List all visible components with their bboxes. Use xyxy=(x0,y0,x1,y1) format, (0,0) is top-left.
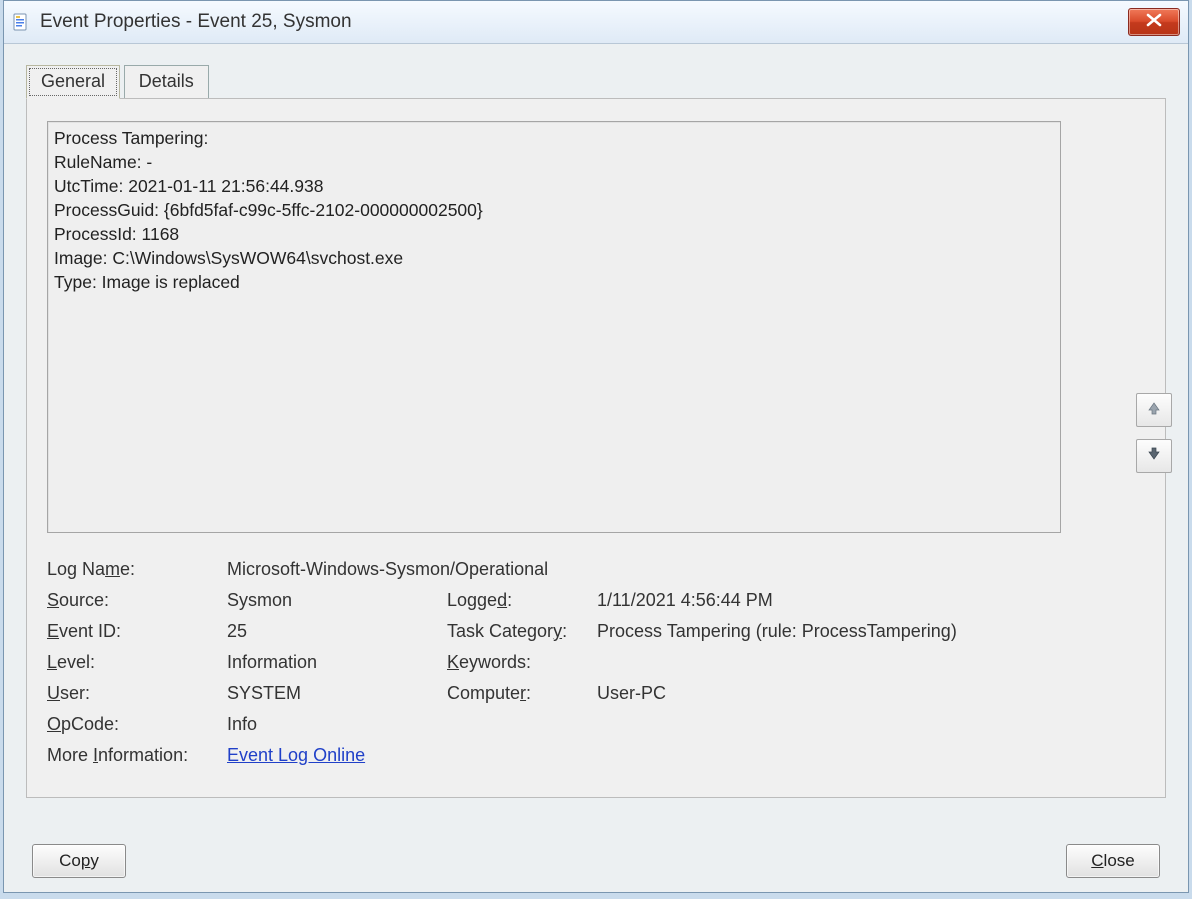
logged-value: 1/11/2021 4:56:44 PM xyxy=(597,586,1145,614)
event-id-label: Event ID: xyxy=(47,617,227,645)
event-properties-window: Event Properties - Event 25, Sysmon Gene… xyxy=(3,0,1189,893)
window-close-button[interactable] xyxy=(1128,8,1180,36)
event-line: Image: C:\Windows\SysWOW64\svchost.exe xyxy=(54,246,1054,270)
source-value: Sysmon xyxy=(227,586,447,614)
copy-button[interactable]: Copy xyxy=(32,844,126,878)
close-button-label: Close xyxy=(1091,851,1134,870)
window-title: Event Properties - Event 25, Sysmon xyxy=(40,11,1128,33)
logged-label: Logged: xyxy=(447,586,597,614)
event-line: RuleName: - xyxy=(54,150,1054,174)
close-icon xyxy=(1146,12,1162,32)
app-icon xyxy=(12,13,30,31)
keywords-value xyxy=(597,648,1145,676)
event-properties-grid: Log Name: Microsoft-Windows-Sysmon/Opera… xyxy=(47,555,1145,769)
opcode-value: Info xyxy=(227,710,447,738)
more-info-label: More Information: xyxy=(47,741,227,769)
tab-details[interactable]: Details xyxy=(124,65,209,98)
event-line: Type: Image is replaced xyxy=(54,270,1054,294)
user-label: User: xyxy=(47,679,227,707)
close-button[interactable]: Close xyxy=(1066,844,1160,878)
arrow-down-icon xyxy=(1147,446,1161,466)
task-category-label: Task Category: xyxy=(447,617,597,645)
copy-button-label: Copy xyxy=(59,851,99,870)
level-label: Level: xyxy=(47,648,227,676)
event-line: Process Tampering: xyxy=(54,126,1054,150)
task-category-value: Process Tampering (rule: ProcessTamperin… xyxy=(597,617,1145,645)
opcode-label: OpCode: xyxy=(47,710,227,738)
bottom-button-bar: Copy Close xyxy=(4,844,1188,878)
tab-strip: General Details xyxy=(26,64,1188,98)
event-description-box[interactable]: Process Tampering: RuleName: - UtcTime: … xyxy=(47,121,1061,533)
tab-general[interactable]: General xyxy=(26,65,120,99)
event-line: ProcessId: 1168 xyxy=(54,222,1054,246)
log-name-label: Log Name: xyxy=(47,555,227,583)
source-label: Source: xyxy=(47,586,227,614)
event-log-online-link[interactable]: Event Log Online xyxy=(227,745,365,765)
titlebar: Event Properties - Event 25, Sysmon xyxy=(4,1,1188,44)
next-event-button[interactable] xyxy=(1136,439,1172,473)
level-value: Information xyxy=(227,648,447,676)
event-line: ProcessGuid: {6bfd5faf-c99c-5ffc-2102-00… xyxy=(54,198,1054,222)
computer-value: User-PC xyxy=(597,679,1145,707)
computer-label: Computer: xyxy=(447,679,597,707)
log-name-value: Microsoft-Windows-Sysmon/Operational xyxy=(227,555,548,583)
prev-event-button[interactable] xyxy=(1136,393,1172,427)
event-id-value: 25 xyxy=(227,617,447,645)
tab-panel-general: Process Tampering: RuleName: - UtcTime: … xyxy=(26,98,1166,798)
keywords-label: Keywords: xyxy=(447,648,597,676)
user-value: SYSTEM xyxy=(227,679,447,707)
event-line: UtcTime: 2021-01-11 21:56:44.938 xyxy=(54,174,1054,198)
arrow-up-icon xyxy=(1147,400,1161,420)
